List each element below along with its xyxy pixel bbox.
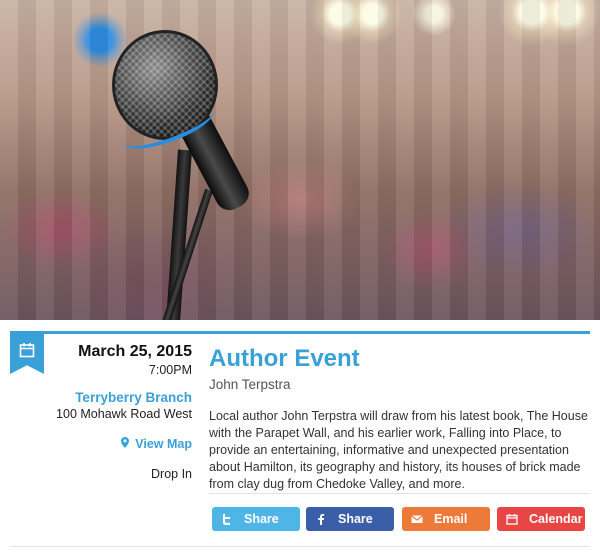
calendar-icon bbox=[506, 514, 518, 525]
event-title: Author Event bbox=[209, 345, 360, 372]
event-author: John Terpstra bbox=[209, 377, 291, 392]
event-top-rule bbox=[10, 331, 590, 334]
admission-type: Drop In bbox=[151, 467, 192, 481]
branch-link[interactable]: Terryberry Branch bbox=[50, 390, 192, 406]
branch-address: 100 Mohawk Road West bbox=[56, 407, 192, 421]
hero-image-microphone bbox=[0, 0, 600, 320]
event-time: 7:00PM bbox=[148, 363, 192, 377]
divider-above-share bbox=[209, 493, 590, 494]
twitter-share-button[interactable]: Share bbox=[212, 507, 300, 531]
email-share-label: Email bbox=[434, 512, 468, 526]
view-map-label: View Map bbox=[135, 437, 192, 451]
event-description: Local author John Terpstra will draw fro… bbox=[209, 409, 588, 491]
event-bottom-rule bbox=[10, 546, 590, 547]
twitter-icon bbox=[223, 514, 230, 525]
twitter-share-label: Share bbox=[244, 512, 279, 526]
calendar-label: Calendar bbox=[529, 512, 583, 526]
facebook-share-button[interactable]: Share bbox=[306, 507, 394, 531]
event-date: March 25, 2015 bbox=[78, 343, 192, 360]
add-to-calendar-button[interactable]: Calendar bbox=[497, 507, 585, 531]
calendar-ribbon bbox=[10, 334, 44, 374]
event-details: March 25, 2015 7:00PM Terryberry Branch … bbox=[50, 342, 192, 482]
envelope-icon bbox=[411, 515, 423, 523]
hero-audience-blur bbox=[0, 0, 600, 320]
facebook-share-label: Share bbox=[338, 512, 373, 526]
map-pin-icon bbox=[121, 436, 130, 452]
facebook-icon bbox=[318, 514, 325, 525]
view-map-link[interactable]: View Map bbox=[50, 436, 192, 452]
email-share-button[interactable]: Email bbox=[402, 507, 490, 531]
share-buttons: Share Share Email Calendar bbox=[212, 507, 590, 531]
event-main: Author Event John Terpstra Local author … bbox=[209, 344, 590, 493]
calendar-icon bbox=[19, 343, 35, 358]
